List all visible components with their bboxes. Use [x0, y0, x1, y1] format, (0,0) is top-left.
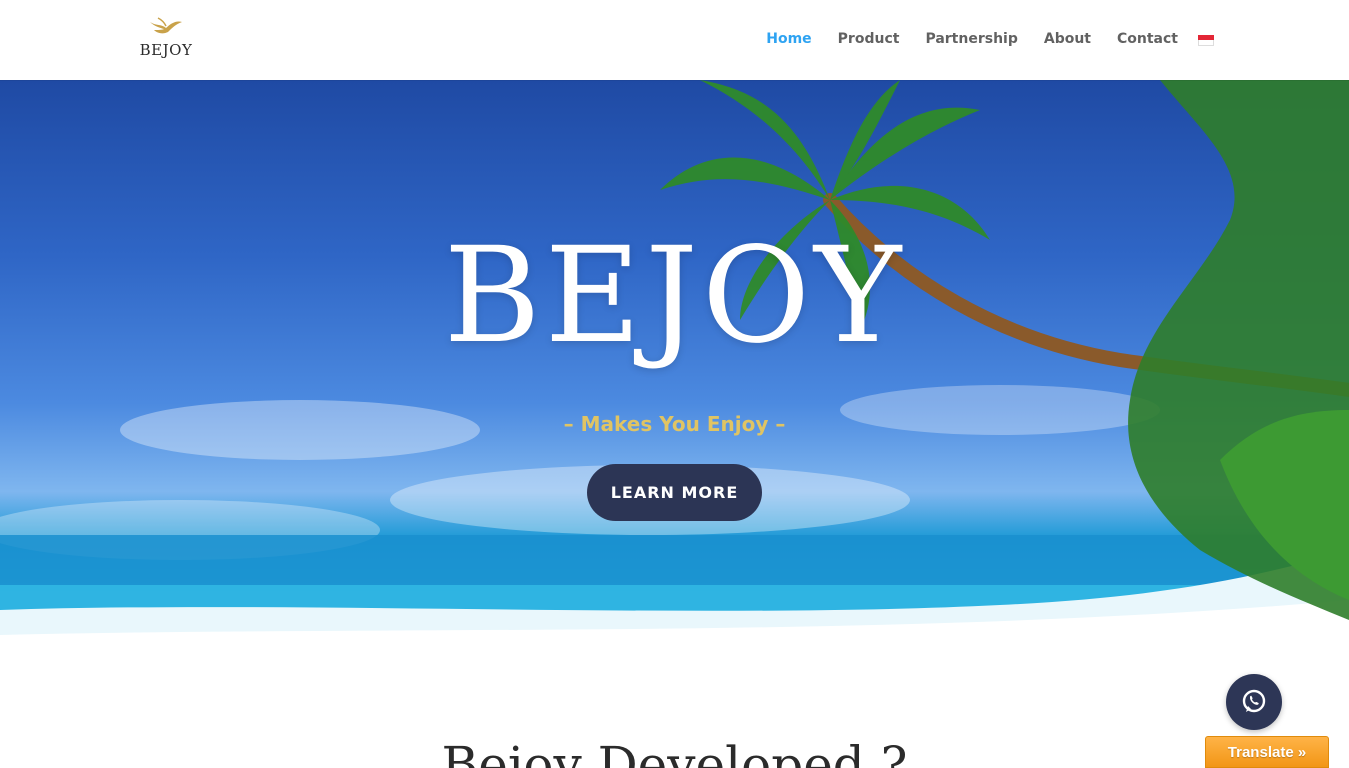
site-header: BEJOY Home Product Partnership About Con… [0, 0, 1349, 80]
indonesia-flag-icon[interactable] [1198, 34, 1214, 46]
beach-background-image [0, 80, 1349, 668]
logo-text: BEJOY [139, 41, 193, 59]
site-logo[interactable]: BEJOY [136, 14, 196, 66]
main-nav: Home Product Partnership About Contact [740, 31, 1214, 47]
nav-product[interactable]: Product [838, 31, 900, 47]
learn-more-button[interactable]: LEARN MORE [587, 464, 762, 521]
whatsapp-button[interactable] [1226, 674, 1282, 730]
nav-partnership[interactable]: Partnership [925, 31, 1017, 47]
hero-banner: BEJOY – Makes You Enjoy – LEARN MORE [0, 80, 1349, 668]
hero-title: BEJOY [443, 219, 906, 373]
whatsapp-icon [1242, 689, 1266, 713]
translate-button[interactable]: Translate » [1205, 736, 1329, 768]
nav-contact[interactable]: Contact [1117, 31, 1178, 47]
hero-tagline: – Makes You Enjoy – [563, 412, 786, 436]
bird-logo-icon [150, 17, 182, 34]
nav-about[interactable]: About [1044, 31, 1091, 47]
nav-home[interactable]: Home [766, 31, 811, 47]
section-heading: Bejoy Developed ? [441, 736, 908, 768]
